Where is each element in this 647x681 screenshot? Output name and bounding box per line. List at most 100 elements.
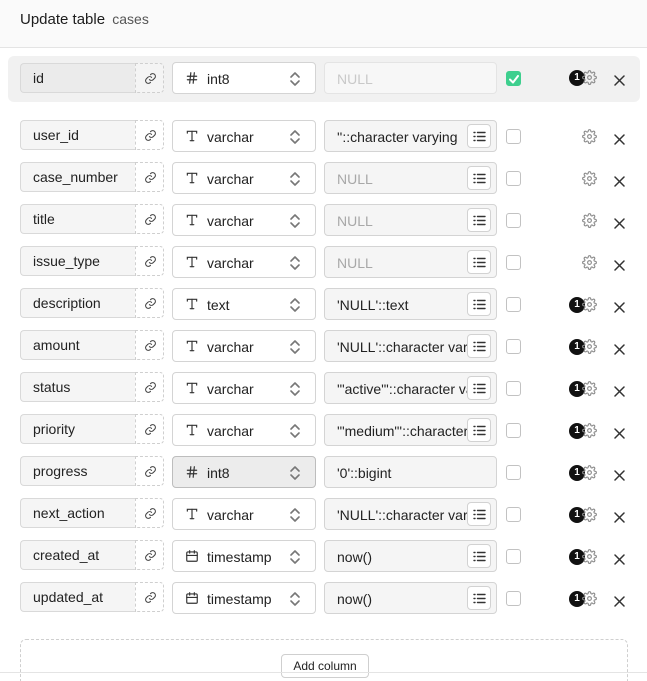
default-value-input[interactable]: ''::character varying — [324, 120, 497, 152]
primary-key-checkbox[interactable] — [506, 591, 521, 606]
foreign-key-link-button[interactable] — [135, 540, 164, 570]
default-value-input[interactable]: '"medium"'::character varying — [324, 414, 497, 446]
column-name-input[interactable]: case_number — [20, 162, 136, 192]
close-icon[interactable] — [614, 300, 625, 318]
default-value-input[interactable]: now() — [324, 582, 497, 614]
column-type-select[interactable]: varchar — [172, 204, 316, 236]
gear-icon[interactable] — [582, 339, 597, 359]
column-type-select[interactable]: timestamp — [172, 582, 316, 614]
column-name-input[interactable]: progress — [20, 456, 136, 486]
column-type-select[interactable]: varchar — [172, 330, 316, 362]
default-value-input[interactable]: 'NULL'::text — [324, 288, 497, 320]
close-icon[interactable] — [614, 174, 625, 192]
suggestions-button[interactable] — [467, 334, 491, 358]
foreign-key-link-button[interactable] — [135, 246, 164, 276]
close-icon[interactable] — [614, 258, 625, 276]
default-value-input[interactable]: now() — [324, 540, 497, 572]
default-value-input[interactable]: NULL — [324, 62, 497, 94]
foreign-key-link-button[interactable] — [135, 414, 164, 444]
column-type-select[interactable]: varchar — [172, 246, 316, 278]
close-icon[interactable] — [614, 510, 625, 528]
column-name-input[interactable]: status — [20, 372, 136, 402]
column-type-select[interactable]: int8 — [172, 456, 316, 488]
column-name-input[interactable]: next_action — [20, 498, 136, 528]
column-type-select[interactable]: timestamp — [172, 540, 316, 572]
close-icon[interactable] — [614, 384, 625, 402]
close-icon[interactable] — [614, 216, 625, 234]
gear-icon[interactable] — [582, 549, 597, 569]
gear-icon[interactable] — [582, 171, 597, 191]
foreign-key-link-button[interactable] — [135, 372, 164, 402]
primary-key-checkbox[interactable] — [506, 423, 521, 438]
column-type-select[interactable]: int8 — [172, 62, 316, 94]
gear-icon[interactable] — [582, 423, 597, 443]
gear-icon[interactable] — [582, 591, 597, 611]
suggestions-button[interactable] — [467, 166, 491, 190]
primary-key-checkbox[interactable] — [506, 339, 521, 354]
close-icon[interactable] — [614, 552, 625, 570]
column-name-input[interactable]: updated_at — [20, 582, 136, 612]
column-name-input[interactable]: title — [20, 204, 136, 234]
column-type-select[interactable]: varchar — [172, 498, 316, 530]
suggestions-button[interactable] — [467, 544, 491, 568]
column-name-input[interactable]: amount — [20, 330, 136, 360]
column-name-input[interactable]: issue_type — [20, 246, 136, 276]
default-value-input[interactable]: NULL — [324, 204, 497, 236]
column-name-input[interactable]: id — [20, 63, 136, 93]
gear-icon[interactable] — [582, 507, 597, 527]
foreign-key-link-button[interactable] — [135, 204, 164, 234]
close-icon[interactable] — [614, 342, 625, 360]
suggestions-button[interactable] — [467, 208, 491, 232]
suggestions-button[interactable] — [467, 586, 491, 610]
foreign-key-link-button[interactable] — [135, 63, 164, 93]
column-type-select[interactable]: varchar — [172, 120, 316, 152]
foreign-key-link-button[interactable] — [135, 456, 164, 486]
primary-key-checkbox[interactable] — [506, 255, 521, 270]
primary-key-checkbox[interactable] — [506, 465, 521, 480]
column-type-select[interactable]: text — [172, 288, 316, 320]
suggestions-button[interactable] — [467, 250, 491, 274]
close-icon[interactable] — [614, 132, 625, 150]
column-name-input[interactable]: user_id — [20, 120, 136, 150]
primary-key-checkbox[interactable] — [506, 129, 521, 144]
primary-key-checkbox[interactable] — [506, 381, 521, 396]
gear-icon[interactable] — [582, 213, 597, 233]
default-value-input[interactable]: '"active"'::character varying — [324, 372, 497, 404]
close-icon[interactable] — [614, 468, 625, 486]
primary-key-checkbox[interactable] — [506, 171, 521, 186]
primary-key-checkbox[interactable] — [506, 507, 521, 522]
foreign-key-link-button[interactable] — [135, 288, 164, 318]
default-value-input[interactable]: 'NULL'::character varying — [324, 330, 497, 362]
default-value-input[interactable]: '0'::bigint — [324, 456, 497, 488]
primary-key-checkbox[interactable] — [506, 297, 521, 312]
gear-icon[interactable] — [582, 297, 597, 317]
foreign-key-link-button[interactable] — [135, 330, 164, 360]
close-icon[interactable] — [614, 426, 625, 444]
suggestions-button[interactable] — [467, 418, 491, 442]
gear-icon[interactable] — [582, 129, 597, 149]
default-value-input[interactable]: NULL — [324, 246, 497, 278]
column-name-input[interactable]: description — [20, 288, 136, 318]
column-type-select[interactable]: varchar — [172, 372, 316, 404]
gear-icon[interactable] — [582, 255, 597, 275]
add-column-button[interactable]: Add column — [281, 654, 369, 678]
foreign-key-link-button[interactable] — [135, 498, 164, 528]
suggestions-button[interactable] — [467, 502, 491, 526]
foreign-key-link-button[interactable] — [135, 120, 164, 150]
column-type-select[interactable]: varchar — [172, 162, 316, 194]
suggestions-button[interactable] — [467, 292, 491, 316]
suggestions-button[interactable] — [467, 124, 491, 148]
close-icon[interactable] — [614, 594, 625, 612]
gear-icon[interactable] — [582, 465, 597, 485]
default-value-input[interactable]: NULL — [324, 162, 497, 194]
close-icon[interactable] — [614, 73, 625, 91]
column-name-input[interactable]: priority — [20, 414, 136, 444]
gear-icon[interactable] — [582, 381, 597, 401]
column-name-input[interactable]: created_at — [20, 540, 136, 570]
column-type-select[interactable]: varchar — [172, 414, 316, 446]
primary-key-checkbox[interactable] — [506, 71, 521, 86]
primary-key-checkbox[interactable] — [506, 549, 521, 564]
foreign-key-link-button[interactable] — [135, 582, 164, 612]
suggestions-button[interactable] — [467, 376, 491, 400]
default-value-input[interactable]: 'NULL'::character varying — [324, 498, 497, 530]
